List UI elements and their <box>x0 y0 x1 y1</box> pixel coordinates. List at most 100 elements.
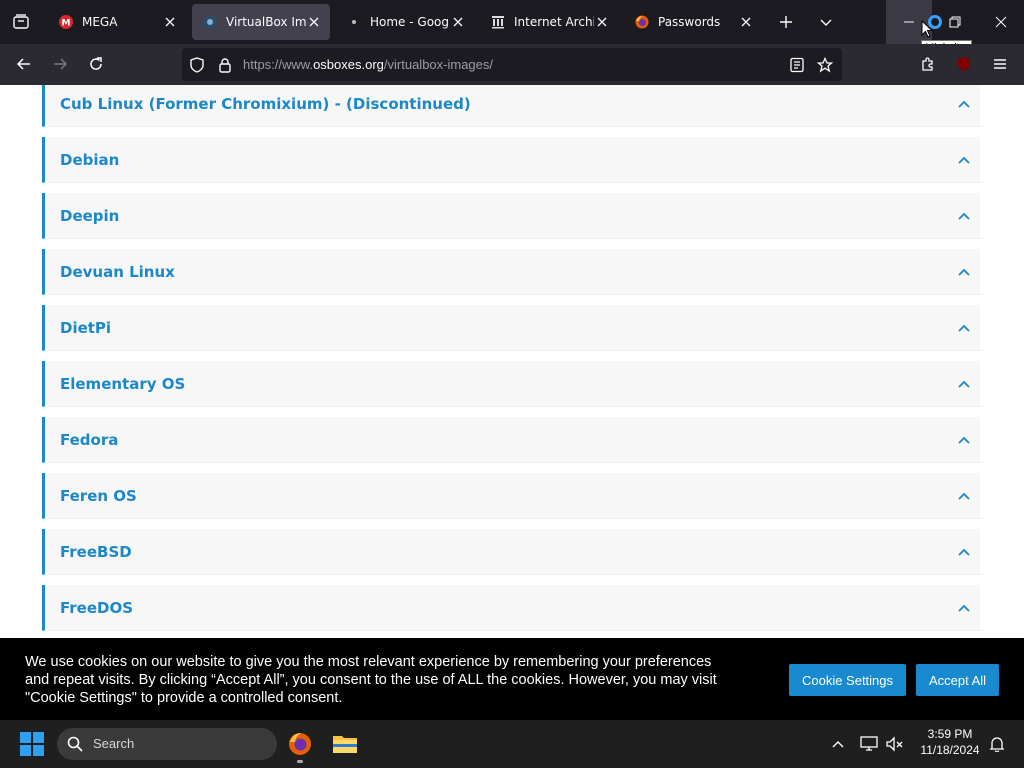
app-menu-button[interactable] <box>984 48 1016 80</box>
close-window-button[interactable] <box>978 0 1024 44</box>
clock-time: 3:59 PM <box>927 727 973 741</box>
url-scheme: https://www. <box>243 57 314 72</box>
puzzle-icon <box>922 57 933 71</box>
close-icon[interactable] <box>162 14 178 30</box>
chevron-down-icon <box>820 19 832 26</box>
chevron-up-icon <box>956 208 972 224</box>
accordion-title: Devuan Linux <box>60 263 175 281</box>
url-path: /virtualbox-images/ <box>383 57 494 72</box>
tab-title: MEGA <box>82 15 118 29</box>
tab-google[interactable]: Home - Google <box>336 4 474 40</box>
tab-title: Internet Archive <box>514 15 594 29</box>
search-icon <box>67 736 83 752</box>
tab-title: VirtualBox Imag <box>226 15 306 29</box>
monitor-icon <box>860 736 878 751</box>
firefox-icon <box>289 733 311 755</box>
cookie-settings-button[interactable]: Cookie Settings <box>789 664 906 696</box>
ublock-shield-icon <box>958 57 970 71</box>
arrow-left-icon <box>16 58 30 70</box>
extensions-button[interactable] <box>912 48 944 80</box>
mega-logo-icon: M <box>58 14 74 30</box>
accordion-title: Deepin <box>60 207 120 225</box>
accordion-item-fedora[interactable]: Fedora <box>42 417 980 463</box>
url-bar[interactable]: https://www.osboxes.org/virtualbox-image… <box>182 48 842 81</box>
bookmark-star-icon[interactable] <box>816 56 834 74</box>
search-label: Search <box>93 736 135 751</box>
close-icon <box>995 16 1007 28</box>
taskbar-search[interactable]: Search <box>57 728 277 760</box>
start-button[interactable] <box>20 732 44 756</box>
accordion-item-freedos[interactable]: FreeDOS <box>42 585 980 631</box>
tab-overview-button[interactable] <box>0 0 42 44</box>
tab-passwords[interactable]: Passwords <box>624 4 762 40</box>
reload-icon <box>90 57 102 70</box>
accordion-item-freebsd[interactable]: FreeBSD <box>42 529 980 575</box>
reader-view-icon[interactable] <box>788 56 806 74</box>
accept-all-button[interactable]: Accept All <box>916 664 999 696</box>
accordion-item-devuan-linux[interactable]: Devuan Linux <box>42 249 980 295</box>
display-tray-button[interactable] <box>859 734 879 754</box>
ublock-button[interactable] <box>948 48 980 80</box>
plus-icon <box>780 16 792 28</box>
tab-title: Passwords <box>658 15 721 29</box>
bell-icon <box>989 737 1005 752</box>
accordion-item-debian[interactable]: Debian <box>42 137 980 183</box>
taskbar-file-explorer[interactable] <box>329 728 361 760</box>
cookie-consent-banner: We use cookies on our website to give yo… <box>0 638 1024 720</box>
accordion-item-deepin[interactable]: Deepin <box>42 193 980 239</box>
close-icon[interactable] <box>594 14 610 30</box>
accordion-item-feren-os[interactable]: Feren OS <box>42 473 980 519</box>
notifications-button[interactable] <box>987 734 1007 754</box>
close-icon[interactable] <box>450 14 466 30</box>
windows-logo-icon <box>20 732 44 756</box>
back-button[interactable] <box>8 48 40 80</box>
show-hidden-icons-button[interactable] <box>828 734 848 754</box>
tab-virtualbox[interactable]: VirtualBox Imag <box>192 4 330 40</box>
accordion-title: DietPi <box>60 319 112 337</box>
tab-mega[interactable]: M MEGA <box>48 4 186 40</box>
forward-button[interactable] <box>44 48 76 80</box>
accordion-item-elementary-os[interactable]: Elementary OS <box>42 361 980 407</box>
close-icon[interactable] <box>306 14 322 30</box>
lock-icon[interactable] <box>216 56 234 74</box>
tab-strip: M MEGA VirtualBox Imag Home - Google Int… <box>0 0 1024 44</box>
taskbar-clock[interactable]: 3:59 PM 11/18/2024 <box>912 726 988 758</box>
taskbar-firefox[interactable] <box>284 728 316 763</box>
tab-overview-icon <box>13 14 29 29</box>
page-content: Cub Linux (Former Chromixium) - (Discont… <box>0 85 1024 638</box>
discontinued-label: (Discontinued) <box>346 95 471 113</box>
tab-title: Home - Google <box>370 15 450 29</box>
accordion-title: Debian <box>60 151 120 169</box>
mouse-pointer-icon <box>921 20 933 38</box>
tab-internet-archive[interactable]: Internet Archive <box>480 4 618 40</box>
speaker-muted-icon <box>886 736 903 752</box>
url-text[interactable]: https://www.osboxes.org/virtualbox-image… <box>243 48 493 81</box>
arrow-right-icon <box>54 58 68 70</box>
shield-icon[interactable] <box>188 56 206 74</box>
cookie-consent-text: We use cookies on our website to give yo… <box>25 654 717 706</box>
volume-tray-button[interactable] <box>885 734 905 754</box>
chevron-up-icon <box>956 600 972 616</box>
chevron-up-icon <box>956 432 972 448</box>
restore-icon <box>949 16 961 28</box>
accordion-title: Cub Linux (Former Chromixium) - (Discont… <box>60 85 471 127</box>
chevron-up-icon <box>956 488 972 504</box>
accordion-item-cub-linux[interactable]: Cub Linux (Former Chromixium) - (Discont… <box>42 85 980 127</box>
accordion-title: Elementary OS <box>60 375 186 393</box>
reload-button[interactable] <box>80 48 112 80</box>
osboxes-favicon-icon <box>202 14 218 30</box>
list-all-tabs-button[interactable] <box>810 6 842 38</box>
navigation-toolbar: https://www.osboxes.org/virtualbox-image… <box>0 44 1024 85</box>
chevron-up-icon <box>956 376 972 392</box>
hamburger-menu-icon <box>994 59 1006 69</box>
windows-taskbar: Search 3:59 PM 11/18/2024 <box>0 720 1024 768</box>
chevron-up-icon <box>956 264 972 280</box>
new-tab-button[interactable] <box>770 6 802 38</box>
folder-icon <box>333 736 357 753</box>
chevron-up-icon <box>956 320 972 336</box>
svg-text:M: M <box>62 19 71 29</box>
chevron-up-icon <box>956 96 972 112</box>
running-indicator <box>297 760 303 763</box>
accordion-item-dietpi[interactable]: DietPi <box>42 305 980 351</box>
close-icon[interactable] <box>738 14 754 30</box>
